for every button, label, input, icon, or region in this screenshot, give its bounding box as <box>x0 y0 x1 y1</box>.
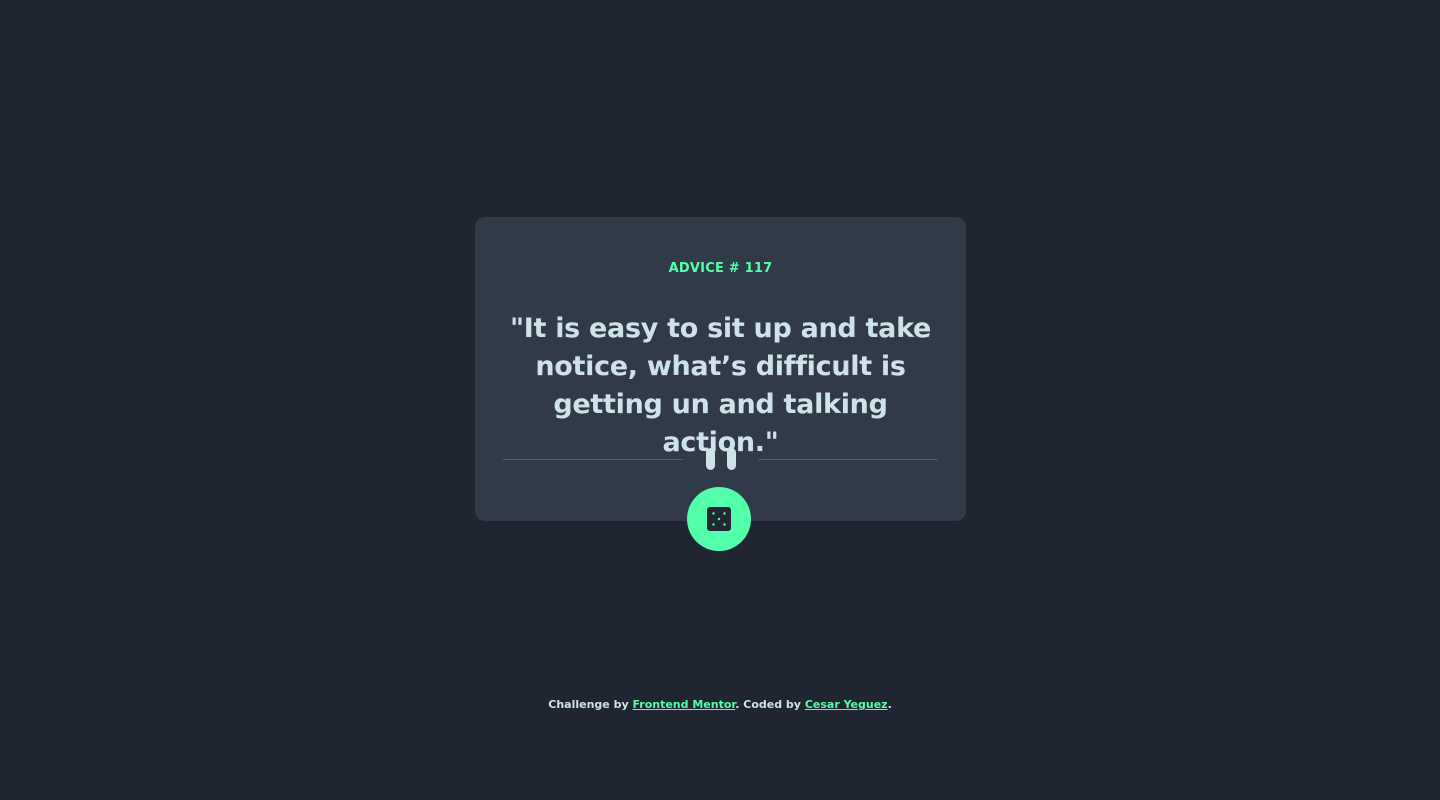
attribution-prefix: Challenge by <box>548 698 633 711</box>
advice-id: ADVICE # 117 <box>668 261 773 276</box>
divider-line-right <box>758 459 938 460</box>
dice-icon <box>707 507 731 531</box>
pattern-divider <box>503 447 938 471</box>
frontend-mentor-link[interactable]: Frontend Mentor <box>632 698 735 711</box>
advice-quote: "It is easy to sit up and take notice, w… <box>509 313 932 458</box>
advice-card: ADVICE # 117 "It is easy to sit up and t… <box>475 217 966 521</box>
new-advice-button[interactable] <box>687 487 751 551</box>
author-link[interactable]: Cesar Yeguez <box>805 698 888 711</box>
pause-icon <box>706 448 736 470</box>
divider-line-left <box>503 459 683 460</box>
pause-bar-right <box>727 448 736 470</box>
pause-bar-left <box>706 448 715 470</box>
attribution-suffix: . <box>887 698 892 711</box>
attribution-middle: . Coded by <box>735 698 805 711</box>
attribution: Challenge by Frontend Mentor. Coded by C… <box>0 698 1440 711</box>
